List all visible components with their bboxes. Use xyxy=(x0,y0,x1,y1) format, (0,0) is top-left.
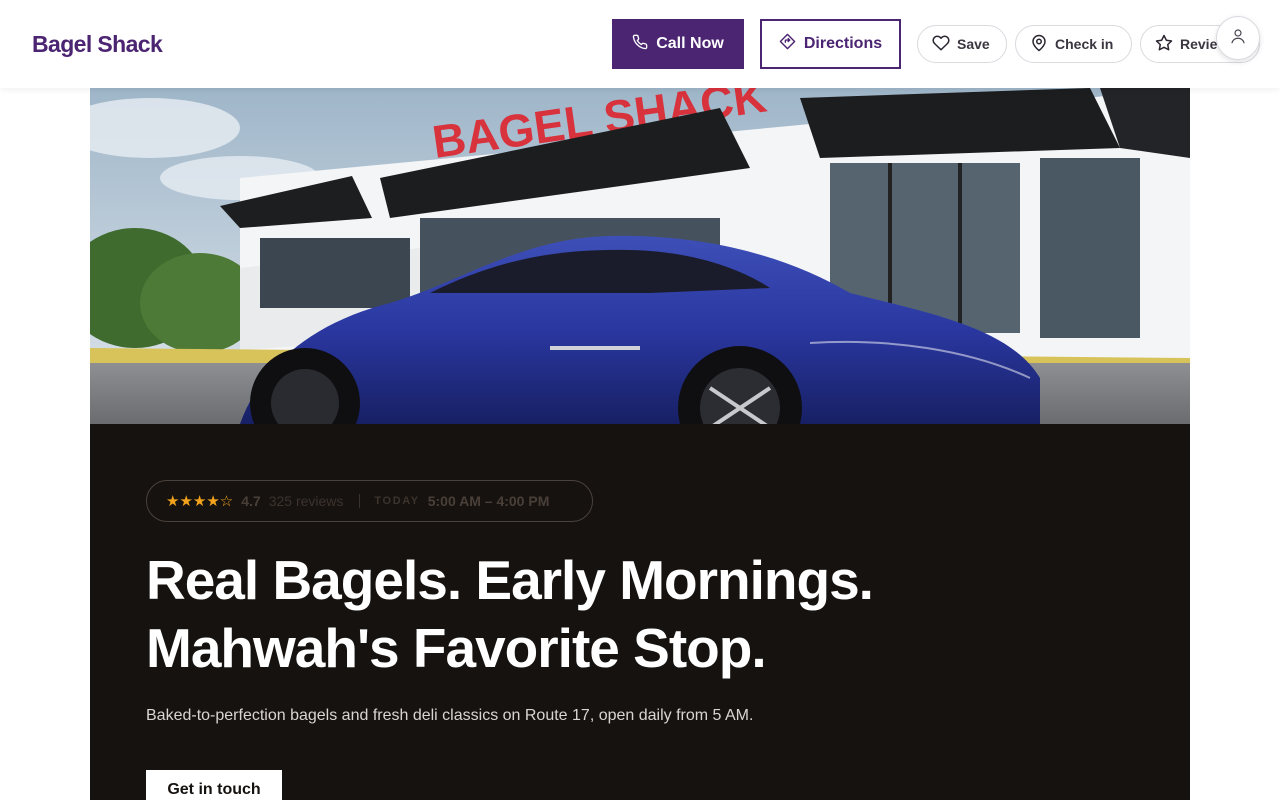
headline-line-2: Mahwah's Favorite Stop. xyxy=(146,617,767,679)
today-label: TODAY xyxy=(374,495,420,507)
call-now-label: Call Now xyxy=(656,35,724,52)
hero-storefront-image: BAGEL SHACK xyxy=(90,88,1190,424)
rating-stars: ★★★★☆ xyxy=(166,493,234,510)
map-pin-icon xyxy=(1030,34,1048,55)
brand-logo[interactable]: Bagel Shack xyxy=(32,31,163,58)
phone-icon xyxy=(632,34,648,55)
check-in-label: Check in xyxy=(1055,36,1114,52)
hours-today: 5:00 AM – 4:00 PM xyxy=(427,493,550,509)
divider xyxy=(359,494,361,508)
check-in-button[interactable]: Check in xyxy=(1015,25,1132,63)
hero-subtext: Baked-to-perfection bagels and fresh del… xyxy=(146,707,754,724)
rating-hours-badge: ★★★★☆ 4.7 325 reviews TODAY 5:00 AM – 4:… xyxy=(146,480,593,522)
get-in-touch-button[interactable]: Get in touch xyxy=(146,770,282,800)
user-account-button[interactable] xyxy=(1216,16,1260,60)
heart-icon xyxy=(932,34,950,55)
call-now-button[interactable]: Call Now xyxy=(612,19,744,69)
star-icon xyxy=(1155,34,1173,55)
review-count-link[interactable]: 325 reviews xyxy=(269,493,344,509)
directions-label: Directions xyxy=(803,35,883,52)
page-title: Real Bagels. Early Mornings. Mahwah's Fa… xyxy=(146,546,1126,682)
rating-value: 4.7 xyxy=(241,493,261,509)
hero-content-panel: ★★★★☆ 4.7 325 reviews TODAY 5:00 AM – 4:… xyxy=(90,424,1190,800)
user-icon xyxy=(1229,27,1247,50)
save-label: Save xyxy=(957,36,990,52)
top-bar: Bagel Shack Call Now Directions Save Che… xyxy=(0,0,1280,88)
save-button[interactable]: Save xyxy=(917,25,1007,63)
directions-icon xyxy=(779,33,796,55)
directions-button[interactable]: Directions xyxy=(760,19,901,69)
headline-line-1: Real Bagels. Early Mornings. xyxy=(146,549,874,611)
